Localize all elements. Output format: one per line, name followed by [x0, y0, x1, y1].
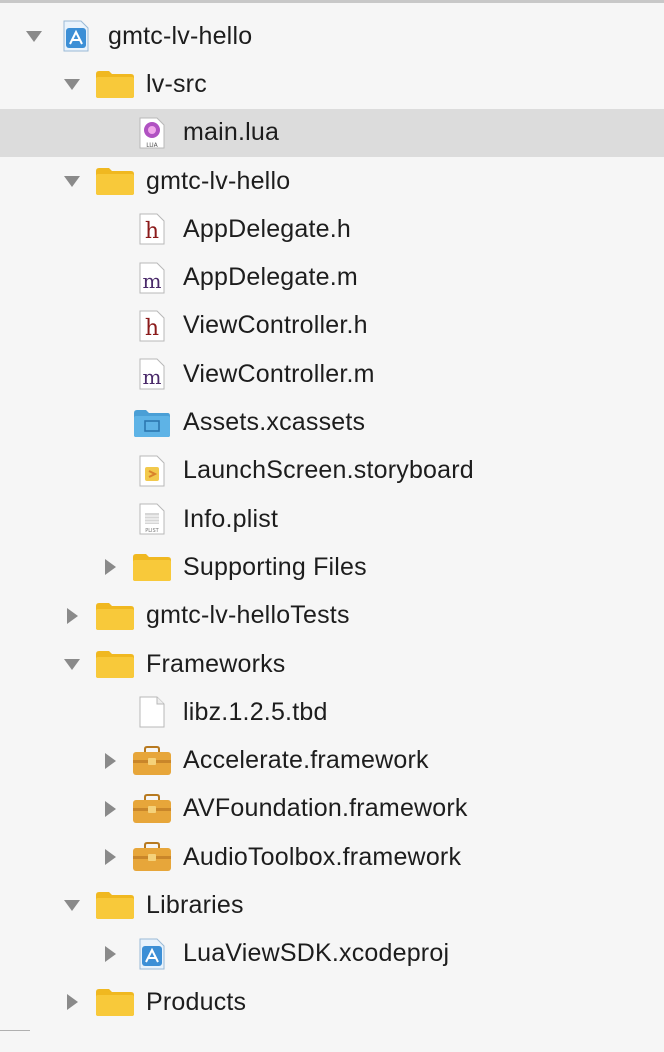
tree-row-viewcontroller-h[interactable]: h ViewController.h	[0, 302, 664, 350]
disclosure-collapsed-icon[interactable]	[62, 992, 82, 1012]
tree-row-accelerate-framework[interactable]: Accelerate.framework	[0, 736, 664, 784]
tree-row-label: Supporting Files	[183, 552, 367, 581]
svg-text:m: m	[143, 269, 162, 293]
tree-row-label: lv-src	[146, 69, 207, 98]
top-border	[0, 0, 664, 3]
disclosure-collapsed-icon[interactable]	[100, 799, 120, 819]
disclosure-expanded-icon[interactable]	[62, 895, 82, 915]
folder-icon	[95, 985, 135, 1019]
tree-row-libraries[interactable]: Libraries	[0, 881, 664, 929]
disclosure-expanded-icon[interactable]	[62, 171, 82, 191]
framework-icon	[132, 744, 172, 778]
tree-row-appdelegate-h[interactable]: h AppDelegate.h	[0, 205, 664, 253]
tree-row-label: LuaViewSDK.xcodeproj	[183, 939, 450, 968]
tree-row-label: Products	[146, 987, 247, 1016]
tree-row-main-lua[interactable]: LUA main.lua	[0, 108, 664, 157]
objc-file-icon: m	[132, 357, 172, 391]
folder-icon	[95, 67, 135, 101]
tree-row-info-plist[interactable]: PLIST Info.plist	[0, 495, 664, 543]
tree-row-frameworks[interactable]: Frameworks	[0, 640, 664, 688]
tree-row-label: libz.1.2.5.tbd	[183, 697, 328, 726]
tree-row-label: LaunchScreen.storyboard	[183, 456, 474, 485]
folder-icon	[132, 550, 172, 584]
tree-row-label: Info.plist	[183, 504, 279, 533]
xcode-project-icon	[132, 937, 172, 971]
tree-row-label: Accelerate.framework	[183, 746, 429, 775]
asset-catalog-icon	[132, 406, 172, 440]
disclosure-collapsed-icon[interactable]	[100, 557, 120, 577]
tree-row-label: ViewController.h	[183, 311, 368, 340]
blank-file-icon	[132, 695, 172, 729]
tree-row-label: AppDelegate.m	[183, 263, 358, 292]
framework-icon	[132, 792, 172, 826]
disclosure-expanded-icon[interactable]	[62, 74, 82, 94]
header-file-icon: h	[132, 309, 172, 343]
tree-row-label: Assets.xcassets	[183, 408, 366, 437]
tree-row-viewcontroller-m[interactable]: m ViewController.m	[0, 350, 664, 398]
folder-icon	[95, 888, 135, 922]
tree-row-launchscreen-storyboard[interactable]: LaunchScreen.storyboard	[0, 447, 664, 495]
folder-icon	[95, 647, 135, 681]
project-navigator: gmtc-lv-hello lv-src LUA main.lua gmtc-lv…	[0, 12, 664, 1026]
tree-row-appdelegate-m[interactable]: m AppDelegate.m	[0, 253, 664, 301]
tree-row-gmtc-lv-hellotests[interactable]: gmtc-lv-helloTests	[0, 592, 664, 640]
tree-row-label: Libraries	[146, 890, 244, 919]
objc-file-icon: m	[132, 261, 172, 295]
tree-row-label: AudioToolbox.framework	[183, 842, 462, 871]
folder-icon	[95, 599, 135, 633]
tree-row-luaviewsdk-xcodeproj[interactable]: LuaViewSDK.xcodeproj	[0, 930, 664, 978]
header-file-icon: h	[132, 212, 172, 246]
tree-row-gmtc-lv-hello[interactable]: gmtc-lv-hello	[0, 12, 664, 60]
lua-file-icon: LUA	[132, 116, 172, 150]
framework-icon	[132, 840, 172, 874]
tree-row-libz-1-2-5-tbd[interactable]: libz.1.2.5.tbd	[0, 688, 664, 736]
folder-icon	[95, 164, 135, 198]
disclosure-collapsed-icon[interactable]	[100, 944, 120, 964]
tree-row-supporting-files[interactable]: Supporting Files	[0, 543, 664, 591]
bottom-divider	[0, 1030, 30, 1031]
tree-row-label: AppDelegate.h	[183, 214, 352, 243]
tree-row-avfoundation-framework[interactable]: AVFoundation.framework	[0, 785, 664, 833]
plist-file-icon: PLIST	[132, 502, 172, 536]
tree-row-label: gmtc-lv-helloTests	[146, 601, 350, 630]
disclosure-collapsed-icon[interactable]	[100, 751, 120, 771]
svg-text:PLIST: PLIST	[145, 528, 159, 534]
svg-text:h: h	[145, 316, 159, 341]
tree-row-label: gmtc-lv-hello	[146, 166, 291, 195]
xcode-project-icon	[56, 19, 96, 53]
tree-row-lv-src[interactable]: lv-src	[0, 60, 664, 108]
tree-row-products[interactable]: Products	[0, 978, 664, 1026]
tree-row-label: AVFoundation.framework	[183, 794, 468, 823]
tree-row-label: main.lua	[183, 118, 280, 147]
svg-text:m: m	[143, 365, 162, 389]
tree-row-gmtc-lv-hello[interactable]: gmtc-lv-hello	[0, 157, 664, 205]
svg-text:LUA: LUA	[146, 142, 158, 149]
tree-row-label: gmtc-lv-hello	[108, 21, 253, 50]
tree-row-label: Frameworks	[146, 649, 286, 678]
tree-row-label: ViewController.m	[183, 359, 375, 388]
tree-row-assets-xcassets[interactable]: Assets.xcassets	[0, 398, 664, 446]
disclosure-collapsed-icon[interactable]	[62, 606, 82, 626]
disclosure-expanded-icon[interactable]	[24, 26, 44, 46]
tree-row-audiotoolbox-framework[interactable]: AudioToolbox.framework	[0, 833, 664, 881]
disclosure-expanded-icon[interactable]	[62, 654, 82, 674]
svg-text:h: h	[145, 219, 159, 244]
storyboard-file-icon	[132, 454, 172, 488]
disclosure-collapsed-icon[interactable]	[100, 847, 120, 867]
